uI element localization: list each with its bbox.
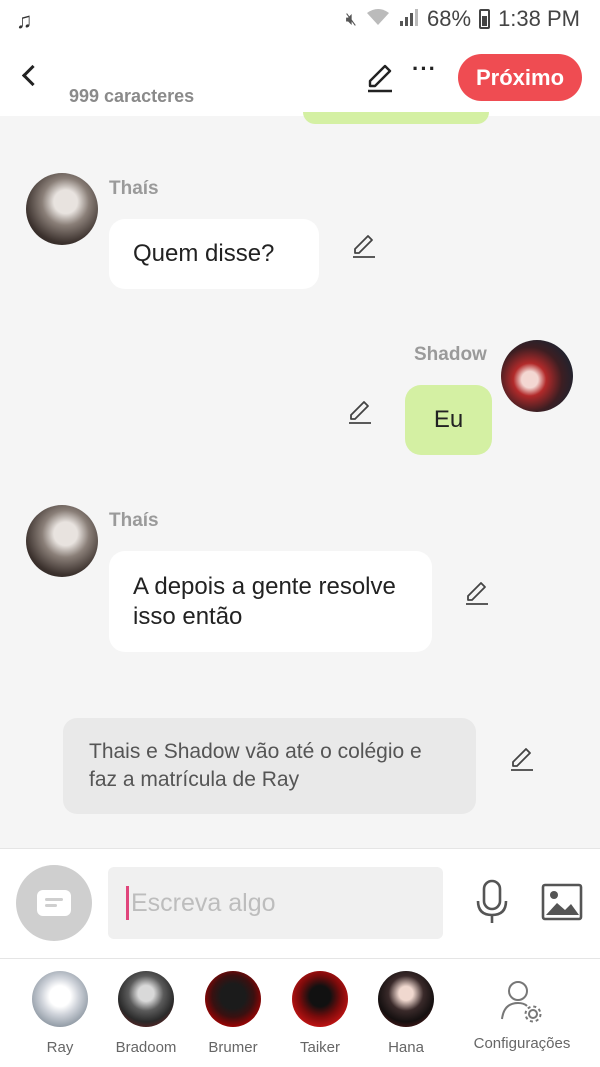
narration-mode-button[interactable] [16, 865, 92, 941]
tab-label: Ray [46, 1039, 74, 1056]
back-arrow-icon[interactable] [14, 58, 44, 92]
composer-bar: Escreva algo [0, 848, 600, 958]
avatar-thais[interactable] [26, 173, 98, 245]
tab-label: Hana [388, 1039, 424, 1056]
top-bar: 999 caracteres ··· Próximo [0, 40, 600, 116]
edit-message-icon[interactable] [463, 579, 491, 607]
microphone-icon[interactable] [474, 879, 510, 925]
status-bar: ♫ 🔇︎ 68% 1:38 PM [0, 0, 600, 40]
character-avatar [205, 971, 261, 1027]
status-right: 🔇︎ 68% 1:38 PM [346, 6, 580, 32]
clock: 1:38 PM [498, 6, 580, 31]
music-note-icon: ♫ [16, 8, 33, 33]
edit-message-icon[interactable] [346, 398, 374, 426]
avatar-thais[interactable] [26, 505, 98, 577]
tab-brumer[interactable]: Brumer [188, 959, 278, 1067]
mute-icon: 🔇︎ [345, 8, 358, 29]
next-button[interactable]: Próximo [458, 54, 582, 101]
character-tab-bar: Ray Bradoom Brumer Taiker Hana Configura… [0, 958, 600, 1067]
message-text: Eu [433, 406, 464, 433]
tab-label: Configurações [473, 1035, 571, 1052]
message-input[interactable]: Escreva algo [108, 867, 443, 939]
sender-name: Shadow [414, 344, 487, 365]
tab-taiker[interactable]: Taiker [275, 959, 365, 1067]
tab-ray[interactable]: Ray [15, 959, 105, 1067]
input-placeholder: Escreva algo [131, 888, 276, 917]
edit-message-icon[interactable] [350, 232, 378, 260]
message-text: A depois a gente resolve isso então [133, 572, 396, 630]
message-text: Quem disse? [133, 240, 275, 267]
sender-name: Thaís [109, 178, 159, 199]
image-icon[interactable] [541, 883, 583, 921]
tab-label: Taiker [299, 1039, 340, 1056]
wifi-icon [365, 7, 391, 32]
edit-pen-icon[interactable] [364, 62, 396, 94]
tab-label: Bradoom [115, 1039, 177, 1056]
character-avatar [378, 971, 434, 1027]
text-cursor [126, 886, 129, 920]
character-avatar [292, 971, 348, 1027]
sender-name: Thaís [109, 510, 159, 531]
signal-icon [399, 7, 419, 32]
text-card-icon [37, 890, 71, 916]
battery-icon [479, 9, 491, 29]
previous-message-bubble [303, 112, 489, 124]
edit-narration-icon[interactable] [508, 745, 536, 773]
tab-settings[interactable]: Configurações [465, 959, 579, 1067]
tab-bradoom[interactable]: Bradoom [101, 959, 191, 1067]
more-options-icon[interactable]: ··· [412, 56, 437, 82]
tab-label: Brumer [208, 1039, 258, 1056]
narration-bubble[interactable]: Thais e Shadow vão até o colégio e faz a… [63, 718, 476, 814]
tab-hana[interactable]: Hana [361, 959, 451, 1067]
character-avatar [32, 971, 88, 1027]
message-bubble[interactable]: Quem disse? [109, 219, 319, 289]
char-counter: 999 caracteres [69, 86, 195, 106]
message-bubble[interactable]: Eu [405, 385, 492, 455]
avatar-shadow[interactable] [501, 340, 573, 412]
narration-text: Thais e Shadow vão até o colégio e faz a… [89, 740, 422, 791]
battery-percent: 68% [427, 6, 472, 31]
settings-user-icon [501, 981, 542, 1023]
message-bubble[interactable]: A depois a gente resolve isso então [109, 551, 432, 652]
character-avatar [118, 971, 174, 1027]
